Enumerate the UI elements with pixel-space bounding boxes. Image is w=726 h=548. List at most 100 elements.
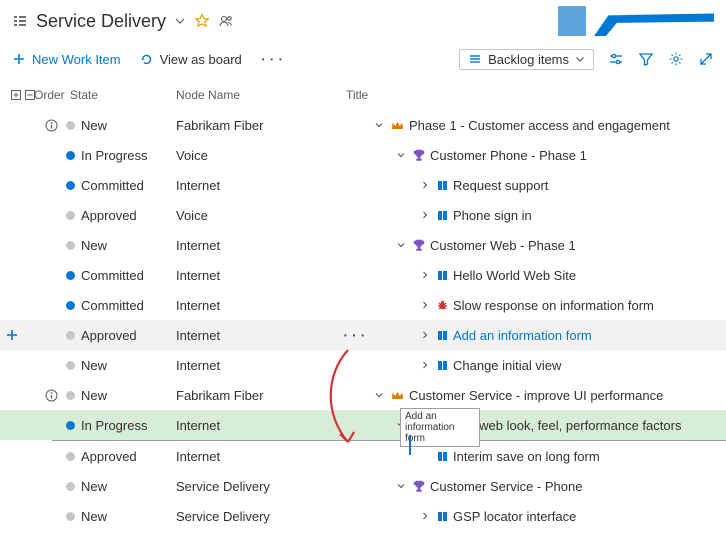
row-title-text[interactable]: Customer Service - Phone	[430, 479, 582, 494]
chevron-down-icon[interactable]	[372, 390, 386, 400]
row-title-text[interactable]: Slow response on information form	[453, 298, 654, 313]
pbi-icon	[436, 450, 449, 463]
row-node-cell: Voice	[176, 208, 342, 223]
pbi-icon	[436, 510, 449, 523]
row-title-cell[interactable]: Phone sign in	[372, 208, 726, 223]
row-node-cell: Internet	[176, 358, 342, 373]
col-state[interactable]: State	[66, 88, 176, 102]
row-title-cell[interactable]: GSP locator interface	[372, 509, 726, 524]
row-node-cell: Service Delivery	[176, 479, 342, 494]
filter-icon[interactable]	[638, 51, 654, 67]
row-title-text[interactable]: Customer Phone - Phase 1	[430, 148, 587, 163]
row-title-text[interactable]: Customer Web - Phase 1	[430, 238, 576, 253]
plus-icon	[12, 52, 26, 66]
table-row[interactable]: ApprovedInternet···Add an information fo…	[0, 320, 726, 350]
row-title-cell[interactable]: Customer Phone - Phase 1	[372, 148, 726, 163]
expand-icon[interactable]	[698, 51, 714, 67]
people-icon[interactable]	[218, 13, 234, 29]
state-label: Committed	[81, 178, 144, 193]
chevron-right-icon[interactable]	[418, 360, 432, 370]
refresh-icon	[139, 52, 154, 67]
col-title[interactable]: Title	[342, 88, 726, 102]
state-dot	[66, 211, 75, 220]
row-title-text[interactable]: Phase 1 - Customer access and engagement	[409, 118, 670, 133]
chevron-down-icon	[575, 54, 585, 64]
chevron-right-icon[interactable]	[418, 330, 432, 340]
table-row[interactable]: CommittedInternetHello World Web Site	[0, 260, 726, 290]
chevron-down-icon[interactable]	[372, 120, 386, 130]
chevron-right-icon[interactable]	[418, 300, 432, 310]
expand-all-icon[interactable]	[10, 89, 22, 101]
row-title-text[interactable]: Phone sign in	[453, 208, 532, 223]
row-title-cell[interactable]: Add an information form	[372, 328, 726, 343]
table-row[interactable]: ApprovedVoice Phone sign in	[0, 200, 726, 230]
table-row[interactable]: CommittedInternetRequest support	[0, 170, 726, 200]
row-state-cell: Committed	[66, 298, 176, 313]
state-label: Committed	[81, 268, 144, 283]
col-node[interactable]: Node Name	[176, 88, 342, 102]
chevron-right-icon[interactable]	[418, 270, 432, 280]
chevron-down-icon[interactable]	[394, 420, 408, 430]
chevron-down-icon[interactable]	[394, 240, 408, 250]
row-title-text[interactable]: Customer Service - improve UI performanc…	[409, 388, 663, 403]
row-title-text[interactable]: Add an information form	[453, 328, 592, 343]
table-row[interactable]: NewService Delivery Customer Service - Ph…	[0, 471, 726, 501]
row-state-cell: Approved	[66, 208, 176, 223]
table-row[interactable]: ApprovedInternetInterim save on long for…	[0, 441, 726, 471]
state-dot	[66, 331, 75, 340]
chevron-right-icon[interactable]	[418, 210, 432, 220]
list-icon	[12, 13, 28, 29]
crown-icon	[390, 388, 405, 403]
row-title-cell[interactable]: Hello World Web Site	[372, 268, 726, 283]
chevron-down-icon[interactable]	[394, 481, 408, 491]
gear-icon[interactable]	[668, 51, 684, 67]
row-title-text[interactable]: Interim save on long form	[453, 449, 600, 464]
more-actions-button[interactable]: ···	[260, 54, 286, 64]
table-row[interactable]: NewFabrikam FiberPhase 1 - Customer acce…	[0, 110, 726, 140]
view-as-board-button[interactable]: View as board	[139, 52, 242, 67]
row-state-cell: New	[66, 479, 176, 494]
star-icon[interactable]	[194, 13, 210, 29]
settings-icon[interactable]	[608, 51, 624, 67]
row-title-cell[interactable]: Request support	[372, 178, 726, 193]
table-row[interactable]: In ProgressInternetRefresh web look, fee…	[0, 410, 726, 440]
state-dot	[66, 241, 75, 250]
row-title-text[interactable]: Refresh web look, feel, performance fact…	[430, 418, 681, 433]
backlog-items-dropdown[interactable]: Backlog items	[459, 49, 594, 70]
row-title-text[interactable]: Hello World Web Site	[453, 268, 576, 283]
row-title-cell[interactable]: Slow response on information form	[372, 298, 726, 313]
state-label: Committed	[81, 298, 144, 313]
new-work-item-button[interactable]: New Work Item	[12, 52, 121, 67]
row-title-cell[interactable]: Customer Service - Phone	[372, 479, 726, 494]
table-row[interactable]: NewInternetCustomer Web - Phase 1	[0, 230, 726, 260]
row-node-cell: Internet	[176, 418, 342, 433]
row-title-cell[interactable]: Change initial view	[372, 358, 726, 373]
col-order[interactable]: Order	[34, 88, 66, 102]
row-title-cell[interactable]: Interim save on long form	[372, 449, 726, 464]
chevron-right-icon[interactable]	[418, 511, 432, 521]
chevron-down-icon[interactable]	[174, 15, 186, 27]
table-row[interactable]: NewFabrikam FiberCustomer Service - impr…	[0, 380, 726, 410]
state-dot	[66, 271, 75, 280]
row-title-cell[interactable]: Customer Service - improve UI performanc…	[372, 388, 726, 403]
row-title-cell[interactable]: Refresh web look, feel, performance fact…	[372, 418, 726, 433]
info-icon	[45, 389, 58, 402]
trophy-icon	[412, 418, 426, 432]
row-title-cell[interactable]: Customer Web - Phase 1	[372, 238, 726, 253]
state-label: New	[81, 358, 107, 373]
table-row[interactable]: NewService DeliveryGSP locator interface	[0, 501, 726, 531]
row-title-text[interactable]: Request support	[453, 178, 548, 193]
page-title: Service Delivery	[36, 11, 166, 32]
row-title-text[interactable]: GSP locator interface	[453, 509, 576, 524]
chevron-right-icon[interactable]	[418, 180, 432, 190]
table-row[interactable]: In ProgressVoiceCustomer Phone - Phase 1	[0, 140, 726, 170]
table-row[interactable]: CommittedInternetSlow response on inform…	[0, 290, 726, 320]
chevron-down-icon[interactable]	[394, 150, 408, 160]
table-row[interactable]: New Internet Change initial view	[0, 350, 726, 380]
row-actions-button[interactable]: ···	[342, 330, 372, 340]
row-title-text[interactable]: Change initial view	[453, 358, 561, 373]
state-label: New	[81, 388, 107, 403]
row-title-cell[interactable]: Phase 1 - Customer access and engagement	[372, 118, 726, 133]
row-add-button[interactable]	[0, 328, 24, 342]
state-dot	[66, 361, 75, 370]
